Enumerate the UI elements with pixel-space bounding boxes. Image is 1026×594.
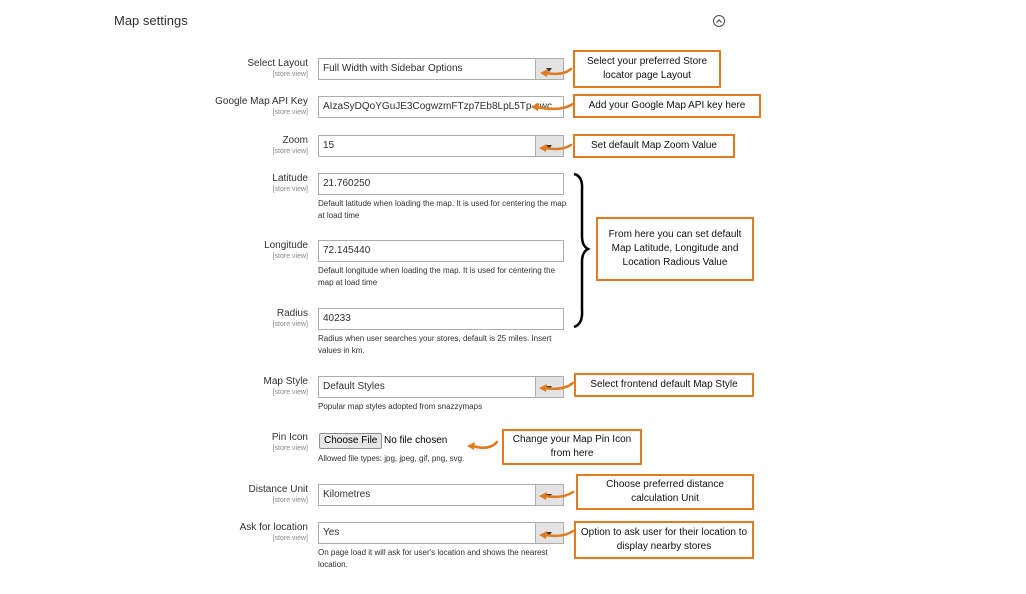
callout-api-key: Add your Google Map API key here xyxy=(573,94,761,118)
annotation-arrows xyxy=(467,67,591,539)
arrow-pin-icon xyxy=(471,440,499,450)
arrow-map-style xyxy=(543,381,575,391)
callout-map-style: Select frontend default Map Style xyxy=(574,373,754,397)
arrow-zoom xyxy=(543,143,573,151)
callout-zoom: Set default Map Zoom Value xyxy=(573,134,735,158)
callout-pin-icon: Change your Map Pin Icon from here xyxy=(502,429,642,465)
arrow-ask-location xyxy=(543,529,575,538)
callout-coords: From here you can set default Map Latitu… xyxy=(596,217,754,281)
bracket xyxy=(573,172,591,329)
arrow-distance-unit xyxy=(543,490,575,499)
callout-distance-unit: Choose preferred distance calculation Un… xyxy=(576,474,754,510)
callout-ask-location: Option to ask user for their location to… xyxy=(574,521,754,559)
callout-layout: Select your preferred Store locator page… xyxy=(573,50,721,88)
arrow-layout xyxy=(544,67,573,76)
arrow-api-key xyxy=(535,102,575,111)
